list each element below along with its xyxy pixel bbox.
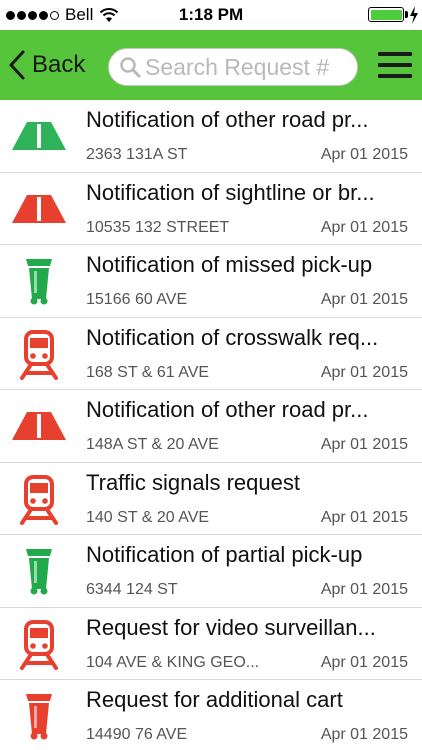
list-item[interactable]: Request for video surveillan... 104 AVE … [0,607,422,680]
hamburger-icon [378,52,412,56]
charging-bolt-icon [410,6,418,24]
request-date: Apr 01 2015 [320,508,408,526]
search-box[interactable] [108,48,358,86]
request-title: Notification of sightline or br... [86,179,375,205]
request-date: Apr 01 2015 [320,291,408,308]
request-date: Apr 01 2015 [320,218,408,236]
list-item[interactable]: Traffic signals request 140 ST & 20 AVE … [0,462,422,535]
status-bar: Bell 1:18 PM [0,0,422,30]
request-date: Apr 01 2015 [320,146,408,163]
menu-button[interactable] [378,50,412,80]
battery-icon [368,7,404,22]
garbage-cart-green-icon [10,547,68,597]
road-green-icon [10,112,68,162]
list-item[interactable]: Notification of other road pr... 148A ST… [0,390,422,463]
request-title: Notification of other road pr... [86,107,369,132]
list-item[interactable]: Request for additional cart 14490 76 AVE… [0,680,422,750]
request-title: Notification of other road pr... [86,397,369,422]
request-address: 15166 60 AVE [86,291,188,308]
request-title: Notification of missed pick-up [86,252,373,277]
navigation-bar: Back [0,30,422,100]
battery-tip [405,11,408,18]
request-address: 10535 132 STREET [86,218,230,236]
request-title: Traffic signals request [86,469,300,495]
list-item[interactable]: Notification of missed pick-up 15166 60 … [0,245,422,318]
search-input[interactable] [145,53,355,81]
search-icon [120,57,141,78]
garbage-cart-red-icon [10,692,68,742]
request-list: Notification of other road pr... 2363 13… [0,100,422,750]
request-address: 168 ST & 61 AVE [86,363,210,381]
request-address: 14490 76 AVE [86,726,188,743]
list-item[interactable]: Notification of crosswalk req... 168 ST … [0,317,422,390]
train-red-icon [10,619,68,670]
request-date: Apr 01 2015 [320,436,408,453]
road-red-icon [10,185,68,235]
request-date: Apr 01 2015 [320,726,408,743]
request-title: Request for video surveillan... [86,614,376,640]
request-address: 148A ST & 20 AVE [86,436,219,453]
request-title: Notification of partial pick-up [86,542,363,567]
train-red-icon [10,329,68,380]
request-date: Apr 01 2015 [320,363,408,381]
list-item[interactable]: Notification of partial pick-up 6344 124… [0,535,422,608]
request-address: 140 ST & 20 AVE [86,508,210,526]
garbage-cart-green-icon [10,257,68,307]
request-title: Notification of crosswalk req... [86,324,379,350]
battery-level [370,9,402,20]
request-title: Request for additional cart [86,687,343,712]
request-date: Apr 01 2015 [320,581,408,598]
train-red-icon [10,474,68,525]
hamburger-icon [378,74,412,78]
back-label: Back [32,51,86,78]
clock: 1:18 PM [178,5,244,24]
list-item[interactable]: Notification of sightline or br... 10535… [0,172,422,245]
request-address: 6344 124 ST [86,581,178,598]
hamburger-icon [378,63,412,67]
list-item[interactable]: Notification of other road pr... 2363 13… [0,100,422,173]
back-button[interactable]: Back [8,44,85,86]
road-red-icon [10,402,68,452]
request-address: 104 AVE & KING GEO... [86,653,260,671]
request-date: Apr 01 2015 [320,653,408,671]
request-address: 2363 131A ST [86,146,188,163]
chevron-left-icon [9,50,25,80]
